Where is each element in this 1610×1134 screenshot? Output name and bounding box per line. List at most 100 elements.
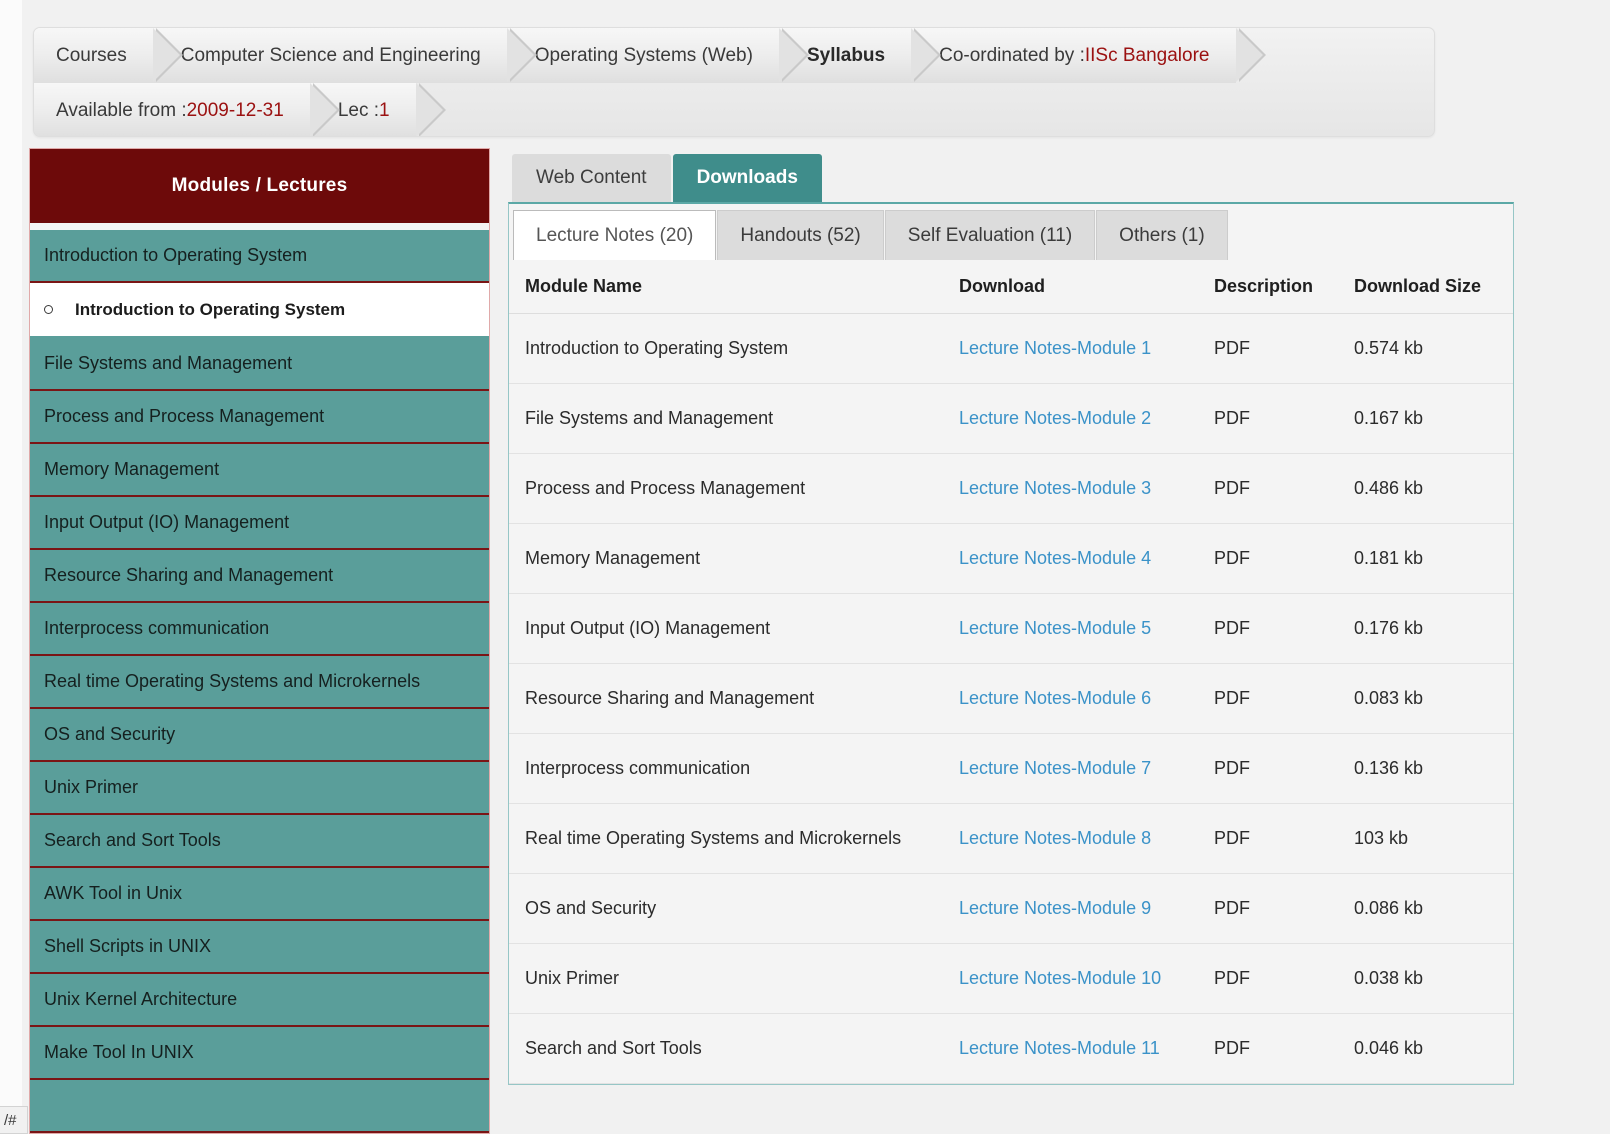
sidebar-title: Modules / Lectures xyxy=(30,149,489,223)
breadcrumb-item[interactable]: Computer Science and Engineering xyxy=(153,28,507,83)
breadcrumb-label-prefix: Co-ordinated by : xyxy=(939,45,1085,67)
module-label: Process and Process Management xyxy=(44,406,324,427)
download-link[interactable]: Lecture Notes-Module 1 xyxy=(959,338,1151,358)
download-link[interactable]: Lecture Notes-Module 6 xyxy=(959,688,1151,708)
cell-download-size: 0.083 kb xyxy=(1354,664,1513,734)
module-label: Memory Management xyxy=(44,459,219,480)
downloads-panel: Lecture Notes (20)Handouts (52)Self Eval… xyxy=(508,202,1514,1085)
cell-module-name: Process and Process Management xyxy=(509,454,959,524)
module-label: Shell Scripts in UNIX xyxy=(44,936,211,957)
sub-tab-bar: Lecture Notes (20)Handouts (52)Self Eval… xyxy=(509,204,1513,260)
cell-description: PDF xyxy=(1214,454,1354,524)
breadcrumb: Courses Computer Science and Engineering O… xyxy=(33,27,1435,137)
cell-download-size: 0.181 kb xyxy=(1354,524,1513,594)
cell-module-name: Memory Management xyxy=(509,524,959,594)
top-tab-bar: Web ContentDownloads xyxy=(508,150,1514,202)
module-header[interactable]: Make Tool In UNIX xyxy=(30,1027,489,1080)
module-header[interactable]: Search and Sort Tools xyxy=(30,815,489,868)
table-row: Process and Process ManagementLecture No… xyxy=(509,454,1513,524)
sidebar-item-module: File Systems and Management xyxy=(30,338,489,391)
column-header: Module Name xyxy=(509,260,959,314)
cell-description: PDF xyxy=(1214,524,1354,594)
table-row: Resource Sharing and ManagementLecture N… xyxy=(509,664,1513,734)
cell-description: PDF xyxy=(1214,314,1354,384)
breadcrumb-label-accent: IISc Bangalore xyxy=(1085,45,1210,67)
sidebar-item-module: Introduction to Operating SystemIntroduc… xyxy=(30,230,489,338)
subtab-self-evaluation-11[interactable]: Self Evaluation (11) xyxy=(885,210,1095,260)
module-label: Unix Kernel Architecture xyxy=(44,989,237,1010)
breadcrumb-item[interactable]: Co-ordinated by : IISc Bangalore xyxy=(911,28,1235,83)
module-header[interactable]: Resource Sharing and Management xyxy=(30,550,489,603)
subtab-lecture-notes-20[interactable]: Lecture Notes (20) xyxy=(513,210,716,260)
sidebar-item-module: Shell Scripts in UNIX xyxy=(30,921,489,974)
sidebar-item-module: Unix Primer xyxy=(30,762,489,815)
cell-download: Lecture Notes-Module 1 xyxy=(959,314,1214,384)
cell-download: Lecture Notes-Module 6 xyxy=(959,664,1214,734)
module-header[interactable]: File Systems and Management xyxy=(30,338,489,391)
module-header[interactable]: Real time Operating Systems and Microker… xyxy=(30,656,489,709)
status-bar: /# xyxy=(0,1106,28,1134)
module-header[interactable]: Shell Scripts in UNIX xyxy=(30,921,489,974)
table-row: Interprocess communicationLecture Notes-… xyxy=(509,734,1513,804)
tab-downloads[interactable]: Downloads xyxy=(673,154,822,202)
tab-web-content[interactable]: Web Content xyxy=(512,154,671,202)
subtab-others-1[interactable]: Others (1) xyxy=(1096,210,1228,260)
breadcrumb-label: Operating Systems (Web) xyxy=(535,45,753,67)
module-header[interactable] xyxy=(30,1080,489,1133)
cell-module-name: Interprocess communication xyxy=(509,734,959,804)
cell-description: PDF xyxy=(1214,1014,1354,1084)
module-header[interactable]: Process and Process Management xyxy=(30,391,489,444)
download-link[interactable]: Lecture Notes-Module 3 xyxy=(959,478,1151,498)
breadcrumb-item[interactable]: Courses xyxy=(34,28,153,83)
module-header[interactable]: Unix Primer xyxy=(30,762,489,815)
cell-description: PDF xyxy=(1214,594,1354,664)
cell-module-name: Real time Operating Systems and Microker… xyxy=(509,804,959,874)
module-header[interactable]: AWK Tool in Unix xyxy=(30,868,489,921)
download-link[interactable]: Lecture Notes-Module 5 xyxy=(959,618,1151,638)
column-header: Download xyxy=(959,260,1214,314)
module-header[interactable]: Introduction to Operating System xyxy=(30,230,489,283)
breadcrumb-item[interactable]: Available from : 2009-12-31 xyxy=(34,83,310,137)
cell-description: PDF xyxy=(1214,944,1354,1014)
module-label: Unix Primer xyxy=(44,777,138,798)
table-row: Introduction to Operating SystemLecture … xyxy=(509,314,1513,384)
page-root: Courses Computer Science and Engineering O… xyxy=(0,0,1610,1134)
download-link[interactable]: Lecture Notes-Module 2 xyxy=(959,408,1151,428)
cell-download-size: 0.176 kb xyxy=(1354,594,1513,664)
cell-description: PDF xyxy=(1214,874,1354,944)
cell-description: PDF xyxy=(1214,804,1354,874)
table-head: Module NameDownloadDescriptionDownload S… xyxy=(509,260,1513,314)
module-header[interactable]: Memory Management xyxy=(30,444,489,497)
cell-download: Lecture Notes-Module 10 xyxy=(959,944,1214,1014)
module-sublist: Introduction to Operating System xyxy=(30,283,489,338)
cell-download: Lecture Notes-Module 3 xyxy=(959,454,1214,524)
module-header[interactable]: Interprocess communication xyxy=(30,603,489,656)
cell-download-size: 0.046 kb xyxy=(1354,1014,1513,1084)
cell-download: Lecture Notes-Module 5 xyxy=(959,594,1214,664)
breadcrumb-label-accent: 1 xyxy=(379,100,390,122)
breadcrumb-row-2: Available from : 2009-12-31 Lec :1 xyxy=(34,83,416,137)
download-link[interactable]: Lecture Notes-Module 8 xyxy=(959,828,1151,848)
download-link[interactable]: Lecture Notes-Module 4 xyxy=(959,548,1151,568)
module-header[interactable]: OS and Security xyxy=(30,709,489,762)
sidebar-item-module: Real time Operating Systems and Microker… xyxy=(30,656,489,709)
download-link[interactable]: Lecture Notes-Module 9 xyxy=(959,898,1151,918)
breadcrumb-item[interactable]: Operating Systems (Web) xyxy=(507,28,779,83)
subtab-handouts-52[interactable]: Handouts (52) xyxy=(717,210,883,260)
download-link[interactable]: Lecture Notes-Module 7 xyxy=(959,758,1151,778)
sidebar-item-lecture[interactable]: Introduction to Operating System xyxy=(30,283,489,338)
breadcrumb-label: Syllabus xyxy=(807,45,885,67)
cell-module-name: File Systems and Management xyxy=(509,384,959,454)
download-link[interactable]: Lecture Notes-Module 11 xyxy=(959,1038,1160,1058)
module-header[interactable]: Input Output (IO) Management xyxy=(30,497,489,550)
cell-download: Lecture Notes-Module 11 xyxy=(959,1014,1214,1084)
table-header-row: Module NameDownloadDescriptionDownload S… xyxy=(509,260,1513,314)
module-header[interactable]: Unix Kernel Architecture xyxy=(30,974,489,1027)
breadcrumb-label-prefix: Lec : xyxy=(338,100,379,122)
cell-download-size: 0.574 kb xyxy=(1354,314,1513,384)
breadcrumb-label: Courses xyxy=(56,45,127,67)
module-label: Make Tool In UNIX xyxy=(44,1042,194,1063)
download-link[interactable]: Lecture Notes-Module 10 xyxy=(959,968,1161,988)
cell-module-name: Search and Sort Tools xyxy=(509,1014,959,1084)
column-header: Description xyxy=(1214,260,1354,314)
